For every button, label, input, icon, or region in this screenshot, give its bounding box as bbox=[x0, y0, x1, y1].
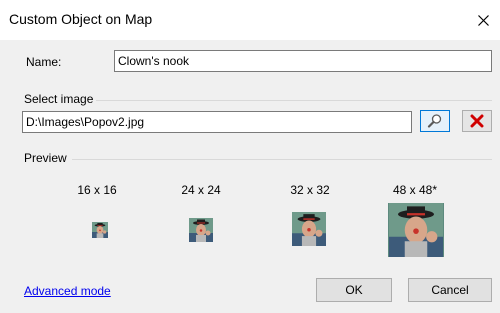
clown-portrait-image bbox=[389, 203, 443, 257]
preview-label: Preview bbox=[24, 151, 67, 165]
preview-separator bbox=[72, 159, 492, 160]
clear-image-button[interactable] bbox=[462, 110, 492, 132]
preview-thumbnail-48 bbox=[388, 203, 444, 257]
preview-size-16-label: 16 x 16 bbox=[77, 183, 117, 197]
preview-size-24-label: 24 x 24 bbox=[181, 183, 221, 197]
search-icon bbox=[427, 114, 442, 128]
preview-size-48-label: 48 x 48* bbox=[392, 183, 438, 197]
close-button[interactable] bbox=[466, 0, 500, 40]
preview-thumbnail-32 bbox=[292, 212, 326, 246]
browse-image-button[interactable] bbox=[420, 110, 450, 132]
preview-thumbnail-16 bbox=[92, 222, 108, 238]
clown-portrait-image bbox=[292, 212, 326, 246]
advanced-mode-link[interactable]: Advanced mode bbox=[24, 284, 111, 298]
clown-portrait-image bbox=[92, 222, 108, 238]
custom-object-dialog: Custom Object on Map Name: Clown's nook … bbox=[0, 0, 500, 313]
cancel-button[interactable]: Cancel bbox=[408, 278, 492, 302]
delete-x-icon bbox=[470, 114, 484, 128]
name-input[interactable]: Clown's nook bbox=[114, 50, 492, 72]
title-bar: Custom Object on Map bbox=[0, 0, 500, 40]
select-image-label: Select image bbox=[24, 92, 94, 106]
ok-button[interactable]: OK bbox=[316, 278, 392, 302]
preview-size-32-label: 32 x 32 bbox=[290, 183, 330, 197]
image-path-input[interactable]: D:\Images\Popov2.jpg bbox=[22, 111, 412, 133]
select-image-separator bbox=[96, 100, 492, 101]
close-icon bbox=[477, 14, 489, 26]
name-label: Name: bbox=[26, 55, 62, 69]
preview-thumbnail-24 bbox=[189, 218, 213, 242]
window-title: Custom Object on Map bbox=[9, 11, 153, 27]
clown-portrait-image bbox=[189, 218, 213, 242]
